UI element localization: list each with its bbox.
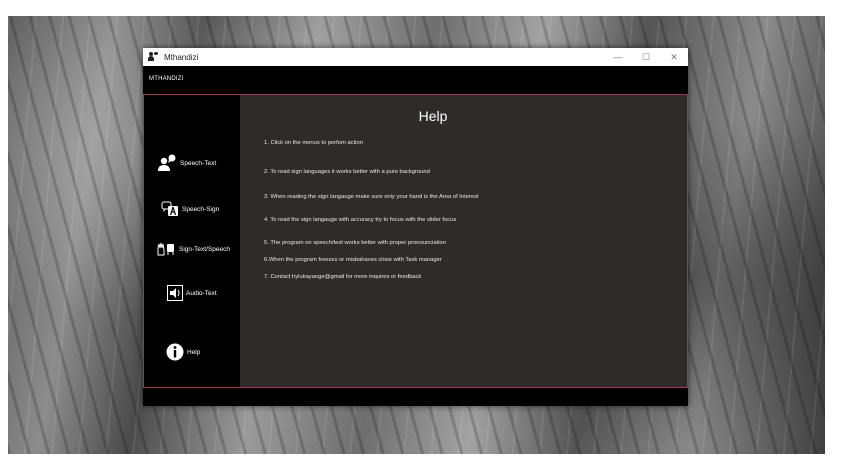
close-icon[interactable]: ✕ <box>660 48 688 66</box>
app-window: Mthandizi — ☐ ✕ MTHANDIZI Speech-Text Sp… <box>143 48 688 406</box>
help-line: 2. To read sign languages it works bette… <box>264 169 430 175</box>
app-logo-icon <box>148 52 158 62</box>
sidebar-item-label: Speech-Text <box>180 159 217 167</box>
page-title: Help <box>418 108 448 124</box>
sidebar-item-label: Audio-Text <box>186 289 217 297</box>
minimize-icon[interactable]: — <box>604 48 632 66</box>
content-frame: Speech-Text Speech-Sign Sign-Text/Speech… <box>143 94 688 388</box>
sidebar-item-sign-text-speech[interactable]: Sign-Text/Speech <box>156 242 230 256</box>
speaking-person-icon <box>157 154 177 172</box>
menu-title: MTHANDIZI <box>149 76 184 82</box>
menu-bar: MTHANDIZI <box>143 66 688 92</box>
window-controls: — ☐ ✕ <box>604 48 688 66</box>
sidebar-item-audio-text[interactable]: Audio-Text <box>167 285 217 301</box>
footer-bar <box>143 388 688 406</box>
audio-icon <box>167 285 183 301</box>
sidebar-item-label: Help <box>187 348 201 356</box>
help-line: 6.When the program freezes or misbahaves… <box>264 257 442 263</box>
sidebar: Speech-Text Speech-Sign Sign-Text/Speech… <box>144 95 240 387</box>
sidebar-item-label: Sign-Text/Speech <box>179 245 230 253</box>
maximize-icon[interactable]: ☐ <box>632 48 660 66</box>
help-line: 7. Contact hylukayange@gmail for more in… <box>264 274 422 280</box>
help-line: 3. When reading the sign langauge make s… <box>264 194 479 200</box>
hands-icon <box>156 242 176 256</box>
help-line: 5. The program on speech/text works bett… <box>264 240 446 246</box>
speech-sign-icon <box>161 201 179 217</box>
help-panel: Help 1. Click on the menus to perfom act… <box>240 95 687 387</box>
sidebar-item-speech-sign[interactable]: Speech-Sign <box>161 201 219 217</box>
info-icon <box>166 343 184 361</box>
help-line: 4. To read the sign langauge with accura… <box>264 217 457 223</box>
sidebar-item-speech-text[interactable]: Speech-Text <box>157 154 216 172</box>
help-line: 1. Click on the menus to perfom action <box>264 140 363 146</box>
window-title: Mthandizi <box>164 52 199 62</box>
sidebar-item-help[interactable]: Help <box>166 343 200 361</box>
sidebar-item-label: Speech-Sign <box>182 205 220 213</box>
title-bar[interactable]: Mthandizi — ☐ ✕ <box>143 48 688 66</box>
